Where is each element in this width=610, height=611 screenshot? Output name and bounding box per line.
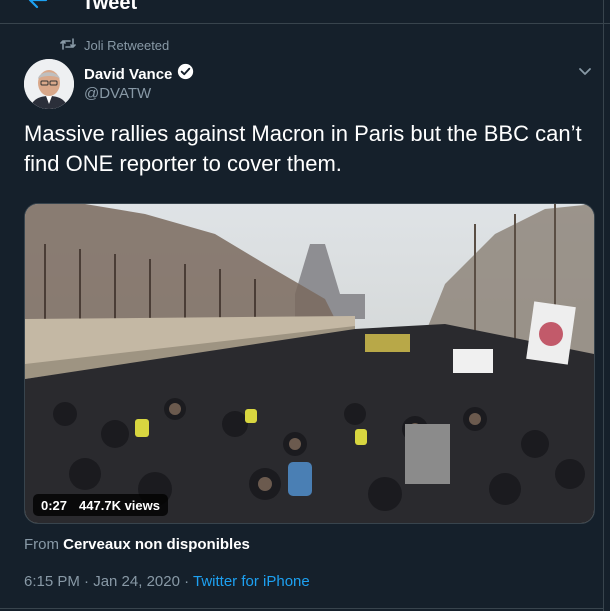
divider <box>0 608 603 609</box>
verified-badge-icon <box>177 63 194 85</box>
top-bar: Tweet <box>0 0 610 24</box>
video-thumbnail <box>25 204 594 523</box>
author-name-row[interactable]: David Vance <box>84 63 194 85</box>
source-name-link[interactable]: Cerveaux non disponibles <box>63 536 250 553</box>
video-player[interactable]: 0:27 447.7K views <box>24 203 595 524</box>
column-divider <box>603 0 604 611</box>
avatar[interactable] <box>24 59 74 109</box>
video-views: 447.7K views <box>79 497 160 513</box>
retweet-icon <box>60 37 76 54</box>
social-context[interactable]: Joli Retweeted <box>60 37 169 53</box>
author-name[interactable]: David Vance <box>84 66 172 83</box>
tweet-client-link[interactable]: Twitter for iPhone <box>193 573 310 590</box>
arrow-left-icon[interactable] <box>28 0 48 15</box>
video-source: From Cerveaux non disponibles <box>24 536 250 553</box>
author-handle[interactable]: @DVATW <box>84 85 151 102</box>
tweet-text: Massive rallies against Macron in Paris … <box>24 121 582 176</box>
social-context-text: Joli Retweeted <box>84 37 170 53</box>
tweet-timestamp[interactable]: 6:15 PM · Jan 24, 2020 · <box>24 573 193 590</box>
page-title: Tweet <box>82 0 138 14</box>
source-prefix: From <box>24 536 59 553</box>
video-duration: 0:27 <box>41 497 68 513</box>
chevron-down-icon[interactable] <box>578 64 592 83</box>
tweet-meta: 6:15 PM · Jan 24, 2020 · Twitter for iPh… <box>24 573 310 590</box>
video-stats-badge: 0:27 447.7K views <box>33 494 168 516</box>
